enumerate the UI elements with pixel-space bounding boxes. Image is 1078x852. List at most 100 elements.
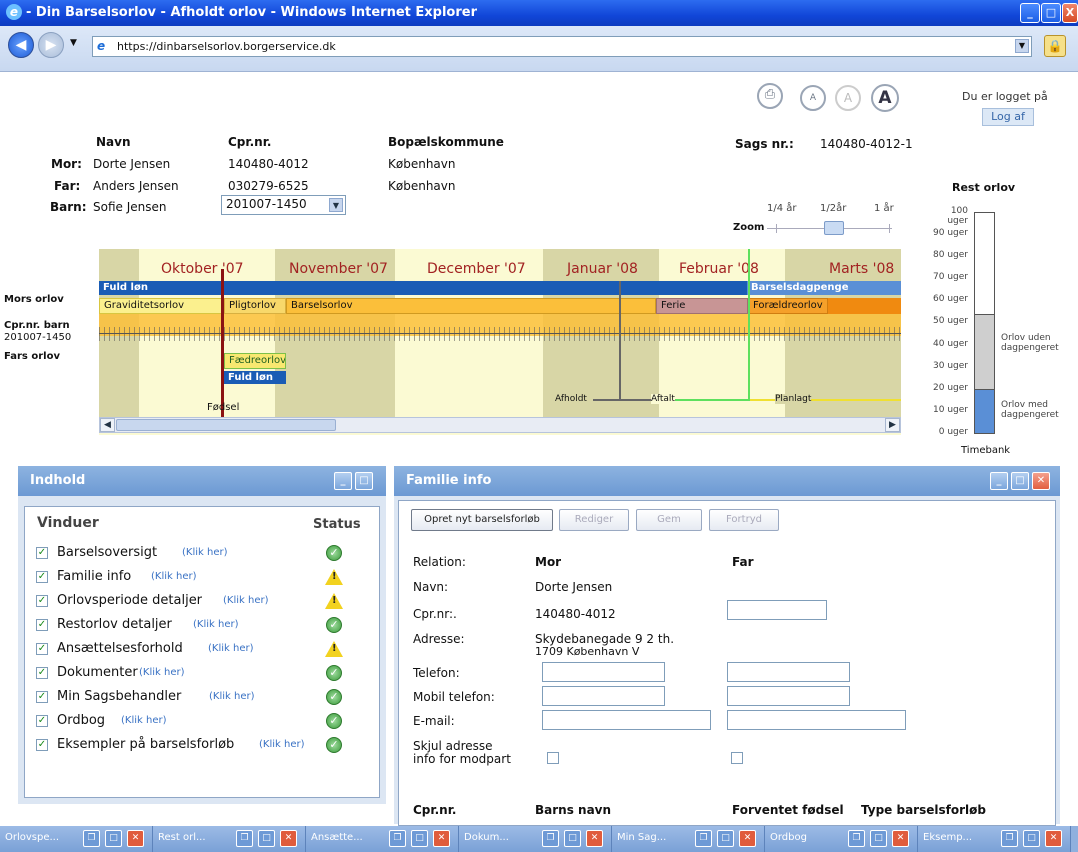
bar-foraeldreorlov-ext[interactable] xyxy=(828,298,901,314)
father-hide-address-checkbox[interactable] xyxy=(731,752,743,764)
window-checkbox[interactable]: ✓ xyxy=(36,667,48,679)
bar-barselsdagpenge[interactable]: Barselsdagpenge xyxy=(747,281,901,295)
save-button[interactable]: Gem xyxy=(636,509,702,531)
window-item-link[interactable]: (Klik her) xyxy=(121,715,167,726)
bar-foraeldreorlov[interactable]: Forældreorlov xyxy=(748,298,828,314)
window-checkbox[interactable]: ✓ xyxy=(36,643,48,655)
restore-icon[interactable]: ❐ xyxy=(542,830,559,847)
close-button[interactable]: X xyxy=(1062,3,1078,23)
back-button[interactable]: ◀ xyxy=(8,32,34,58)
window-item-link[interactable]: (Klik her) xyxy=(139,667,185,678)
bar-faedreorlov[interactable]: Fædreorlov xyxy=(224,353,286,369)
leave-timeline[interactable]: Oktober '07 November '07 December '07 Ja… xyxy=(99,249,901,435)
status-ok-icon: ✓ xyxy=(326,713,342,729)
restore-icon[interactable]: ❐ xyxy=(1001,830,1018,847)
window-checkbox[interactable]: ✓ xyxy=(36,691,48,703)
father-mobile-field[interactable] xyxy=(727,686,850,706)
maximize-icon[interactable]: □ xyxy=(355,472,373,490)
bar-graviditetsorlov[interactable]: Graviditetsorlov xyxy=(99,298,224,314)
maximize-icon[interactable]: □ xyxy=(1011,472,1029,490)
window-item-link[interactable]: (Klik her) xyxy=(209,691,255,702)
maximize-icon[interactable]: □ xyxy=(564,830,581,847)
bar-fuld-lon-father[interactable]: Fuld løn xyxy=(224,371,286,384)
taskbar-window[interactable]: Min Sag... ❐ □ ✕ xyxy=(612,826,765,852)
taskbar-window[interactable]: Ordbog ❐ □ ✕ xyxy=(765,826,918,852)
window-checkbox[interactable]: ✓ xyxy=(36,595,48,607)
forward-button[interactable]: ▶ xyxy=(38,32,64,58)
window-item-link[interactable]: (Klik her) xyxy=(223,595,269,606)
maximize-icon[interactable]: □ xyxy=(1023,830,1040,847)
taskbar-window[interactable]: Orlovspe... ❐ □ ✕ xyxy=(0,826,153,852)
zoom-slider-handle[interactable] xyxy=(824,221,844,235)
window-item-link[interactable]: (Klik her) xyxy=(151,571,197,582)
font-large-button[interactable]: A xyxy=(871,84,899,112)
mother-phone-field[interactable] xyxy=(542,662,665,682)
minimize-icon[interactable]: _ xyxy=(990,472,1008,490)
taskbar-window[interactable]: Ansætte... ❐ □ ✕ xyxy=(306,826,459,852)
close-icon[interactable]: ✕ xyxy=(1032,472,1050,490)
mother-email-field[interactable] xyxy=(542,710,711,730)
bar-barselsorlov[interactable]: Barselsorlov xyxy=(286,298,656,314)
restore-icon[interactable]: ❐ xyxy=(848,830,865,847)
minimize-icon[interactable]: _ xyxy=(334,472,352,490)
taskbar-window[interactable]: Eksemp... ❐ □ ✕ xyxy=(918,826,1071,852)
zoom-option-half[interactable]: 1/2år xyxy=(820,203,846,214)
bottom-cpr-header: Cpr.nr. xyxy=(413,803,457,817)
scroll-right-icon[interactable]: ▶ xyxy=(885,418,900,432)
font-medium-button[interactable]: A xyxy=(835,85,861,111)
lock-icon[interactable]: 🔒 xyxy=(1044,35,1066,57)
history-dropdown-icon[interactable]: ▼ xyxy=(70,38,77,48)
logout-button[interactable]: Log af xyxy=(982,108,1034,126)
close-icon[interactable]: ✕ xyxy=(739,830,756,847)
timeline-scrollbar[interactable]: ◀ ▶ xyxy=(99,417,901,433)
zoom-option-quarter[interactable]: 1/4 år xyxy=(767,203,797,214)
maximize-icon[interactable]: □ xyxy=(411,830,428,847)
mother-mobile-field[interactable] xyxy=(542,686,665,706)
window-checkbox[interactable]: ✓ xyxy=(36,571,48,583)
taskbar-window[interactable]: Rest orl... ❐ □ ✕ xyxy=(153,826,306,852)
font-small-button[interactable]: A xyxy=(800,85,826,111)
minimize-button[interactable]: _ xyxy=(1020,3,1040,23)
restore-icon[interactable]: ❐ xyxy=(236,830,253,847)
close-icon[interactable]: ✕ xyxy=(1045,830,1062,847)
close-icon[interactable]: ✕ xyxy=(586,830,603,847)
maximize-button[interactable]: □ xyxy=(1041,3,1061,23)
taskbar-window[interactable]: Dokum... ❐ □ ✕ xyxy=(459,826,612,852)
bar-ferie[interactable]: Ferie xyxy=(656,298,748,314)
close-icon[interactable]: ✕ xyxy=(280,830,297,847)
bar-pligtorlov[interactable]: Pligtorlov xyxy=(224,298,286,314)
window-checkbox[interactable]: ✓ xyxy=(36,715,48,727)
restore-icon[interactable]: ❐ xyxy=(83,830,100,847)
scroll-left-icon[interactable]: ◀ xyxy=(100,418,115,432)
restore-icon[interactable]: ❐ xyxy=(695,830,712,847)
maximize-icon[interactable]: □ xyxy=(258,830,275,847)
father-email-field[interactable] xyxy=(727,710,906,730)
close-icon[interactable]: ✕ xyxy=(127,830,144,847)
maximize-icon[interactable]: □ xyxy=(870,830,887,847)
address-dropdown-icon[interactable]: ▼ xyxy=(1015,39,1029,53)
meter-tick-10: 10 uger xyxy=(933,405,968,415)
window-item-link[interactable]: (Klik her) xyxy=(208,643,254,654)
child-cpr-select[interactable]: 201007-1450 ▼ xyxy=(221,195,346,215)
edit-button[interactable]: Rediger xyxy=(559,509,629,531)
window-item-link[interactable]: (Klik her) xyxy=(193,619,239,630)
father-cpr-field[interactable] xyxy=(727,600,827,620)
new-leave-button[interactable]: Opret nyt barselsforløb xyxy=(411,509,553,531)
zoom-option-year[interactable]: 1 år xyxy=(874,203,894,214)
mother-hide-address-checkbox[interactable] xyxy=(547,752,559,764)
close-icon[interactable]: ✕ xyxy=(892,830,909,847)
close-icon[interactable]: ✕ xyxy=(433,830,450,847)
address-input[interactable]: e https://dinbarselsorlov.borgerservice.… xyxy=(92,36,1032,57)
window-checkbox[interactable]: ✓ xyxy=(36,619,48,631)
window-item-link[interactable]: (Klik her) xyxy=(259,739,305,750)
maximize-icon[interactable]: □ xyxy=(717,830,734,847)
restore-icon[interactable]: ❐ xyxy=(389,830,406,847)
father-phone-field[interactable] xyxy=(727,662,850,682)
window-checkbox[interactable]: ✓ xyxy=(36,547,48,559)
maximize-icon[interactable]: □ xyxy=(105,830,122,847)
cancel-button[interactable]: Fortryd xyxy=(709,509,779,531)
window-checkbox[interactable]: ✓ xyxy=(36,739,48,751)
window-item-link[interactable]: (Klik her) xyxy=(182,547,228,558)
print-icon[interactable]: ⎙ xyxy=(757,83,783,109)
scroll-thumb[interactable] xyxy=(116,419,336,431)
